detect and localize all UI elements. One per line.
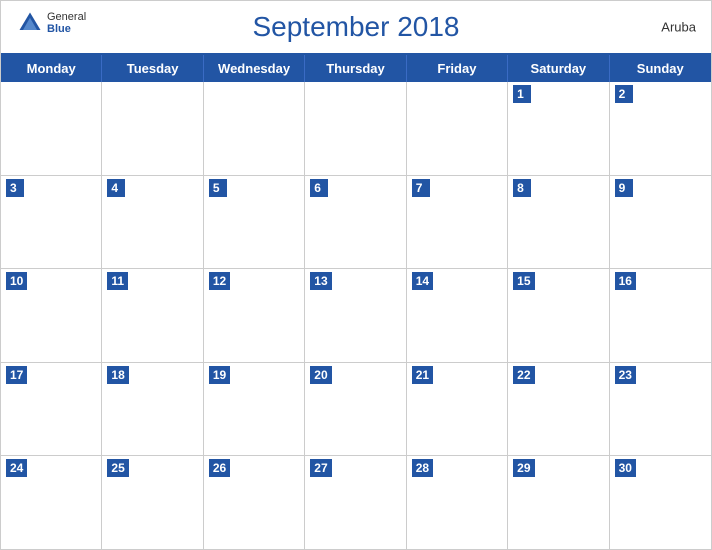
day-number-15: 15: [513, 272, 534, 290]
day-number-12: 12: [209, 272, 230, 290]
month-title: September 2018: [252, 11, 459, 43]
day-cell-1-2: [102, 82, 203, 175]
day-number-21: 21: [412, 366, 433, 384]
calendar-grid: Monday Tuesday Wednesday Thursday Friday…: [1, 53, 711, 549]
day-cell-5-5: 28: [407, 456, 508, 549]
day-cell-2-2: 4: [102, 176, 203, 269]
day-number-28: 28: [412, 459, 433, 477]
day-number-6: 6: [310, 179, 328, 197]
day-cell-2-4: 6: [305, 176, 406, 269]
day-number-17: 17: [6, 366, 27, 384]
header-wednesday: Wednesday: [204, 55, 305, 82]
country-label: Aruba: [661, 20, 696, 35]
day-number-13: 13: [310, 272, 331, 290]
header-tuesday: Tuesday: [102, 55, 203, 82]
day-cell-4-3: 19: [204, 363, 305, 456]
day-number-29: 29: [513, 459, 534, 477]
week-row-5: 24 25 26 27 28 29 30: [1, 456, 711, 549]
day-cell-3-3: 12: [204, 269, 305, 362]
day-cell-4-6: 22: [508, 363, 609, 456]
day-number-8: 8: [513, 179, 531, 197]
header-saturday: Saturday: [508, 55, 609, 82]
day-cell-2-6: 8: [508, 176, 609, 269]
day-number-9: 9: [615, 179, 633, 197]
week-row-2: 3 4 5 6 7 8 9: [1, 176, 711, 270]
day-cell-1-3: [204, 82, 305, 175]
day-cell-4-7: 23: [610, 363, 711, 456]
day-cell-5-1: 24: [1, 456, 102, 549]
day-cell-3-6: 15: [508, 269, 609, 362]
day-number-11: 11: [107, 272, 128, 290]
day-number-20: 20: [310, 366, 331, 384]
logo-text: General Blue: [47, 11, 86, 35]
calendar-header: General Blue September 2018 Aruba: [1, 1, 711, 53]
day-number-19: 19: [209, 366, 230, 384]
day-number-2: 2: [615, 85, 633, 103]
day-number-7: 7: [412, 179, 430, 197]
day-cell-1-5: [407, 82, 508, 175]
day-cell-3-4: 13: [305, 269, 406, 362]
day-number-30: 30: [615, 459, 636, 477]
week-row-3: 10 11 12 13 14 15 16: [1, 269, 711, 363]
day-cell-2-7: 9: [610, 176, 711, 269]
day-cell-3-2: 11: [102, 269, 203, 362]
logo-general-text: General: [47, 11, 86, 23]
day-cell-2-1: 3: [1, 176, 102, 269]
day-number-18: 18: [107, 366, 128, 384]
day-number-16: 16: [615, 272, 636, 290]
day-cell-5-6: 29: [508, 456, 609, 549]
day-cell-2-3: 5: [204, 176, 305, 269]
day-number-4: 4: [107, 179, 125, 197]
header-sunday: Sunday: [610, 55, 711, 82]
day-cell-3-5: 14: [407, 269, 508, 362]
calendar-container: General Blue September 2018 Aruba Monday…: [0, 0, 712, 550]
week-row-1: 12: [1, 82, 711, 176]
day-cell-5-4: 27: [305, 456, 406, 549]
day-number-22: 22: [513, 366, 534, 384]
logo-blue-text: Blue: [47, 23, 86, 35]
day-number-24: 24: [6, 459, 27, 477]
day-cell-1-4: [305, 82, 406, 175]
day-number-1: 1: [513, 85, 531, 103]
header-friday: Friday: [407, 55, 508, 82]
week-row-4: 17 18 19 20 21 22 23: [1, 363, 711, 457]
day-number-23: 23: [615, 366, 636, 384]
day-cell-3-1: 10: [1, 269, 102, 362]
header-thursday: Thursday: [305, 55, 406, 82]
day-cell-2-5: 7: [407, 176, 508, 269]
day-cell-1-7: 2: [610, 82, 711, 175]
day-number-5: 5: [209, 179, 227, 197]
day-number-26: 26: [209, 459, 230, 477]
day-number-14: 14: [412, 272, 433, 290]
day-cell-5-7: 30: [610, 456, 711, 549]
day-cell-4-5: 21: [407, 363, 508, 456]
day-cell-3-7: 16: [610, 269, 711, 362]
day-cell-5-3: 26: [204, 456, 305, 549]
day-headers-row: Monday Tuesday Wednesday Thursday Friday…: [1, 55, 711, 82]
day-cell-5-2: 25: [102, 456, 203, 549]
day-number-10: 10: [6, 272, 27, 290]
day-cell-4-1: 17: [1, 363, 102, 456]
day-cell-1-6: 1: [508, 82, 609, 175]
day-cell-4-2: 18: [102, 363, 203, 456]
weeks-container: 1234567891011121314151617181920212223242…: [1, 82, 711, 549]
header-monday: Monday: [1, 55, 102, 82]
day-number-25: 25: [107, 459, 128, 477]
day-number-27: 27: [310, 459, 331, 477]
logo-area: General Blue: [16, 9, 86, 37]
day-cell-1-1: [1, 82, 102, 175]
day-number-3: 3: [6, 179, 24, 197]
day-cell-4-4: 20: [305, 363, 406, 456]
generalblue-logo-icon: [16, 9, 44, 37]
